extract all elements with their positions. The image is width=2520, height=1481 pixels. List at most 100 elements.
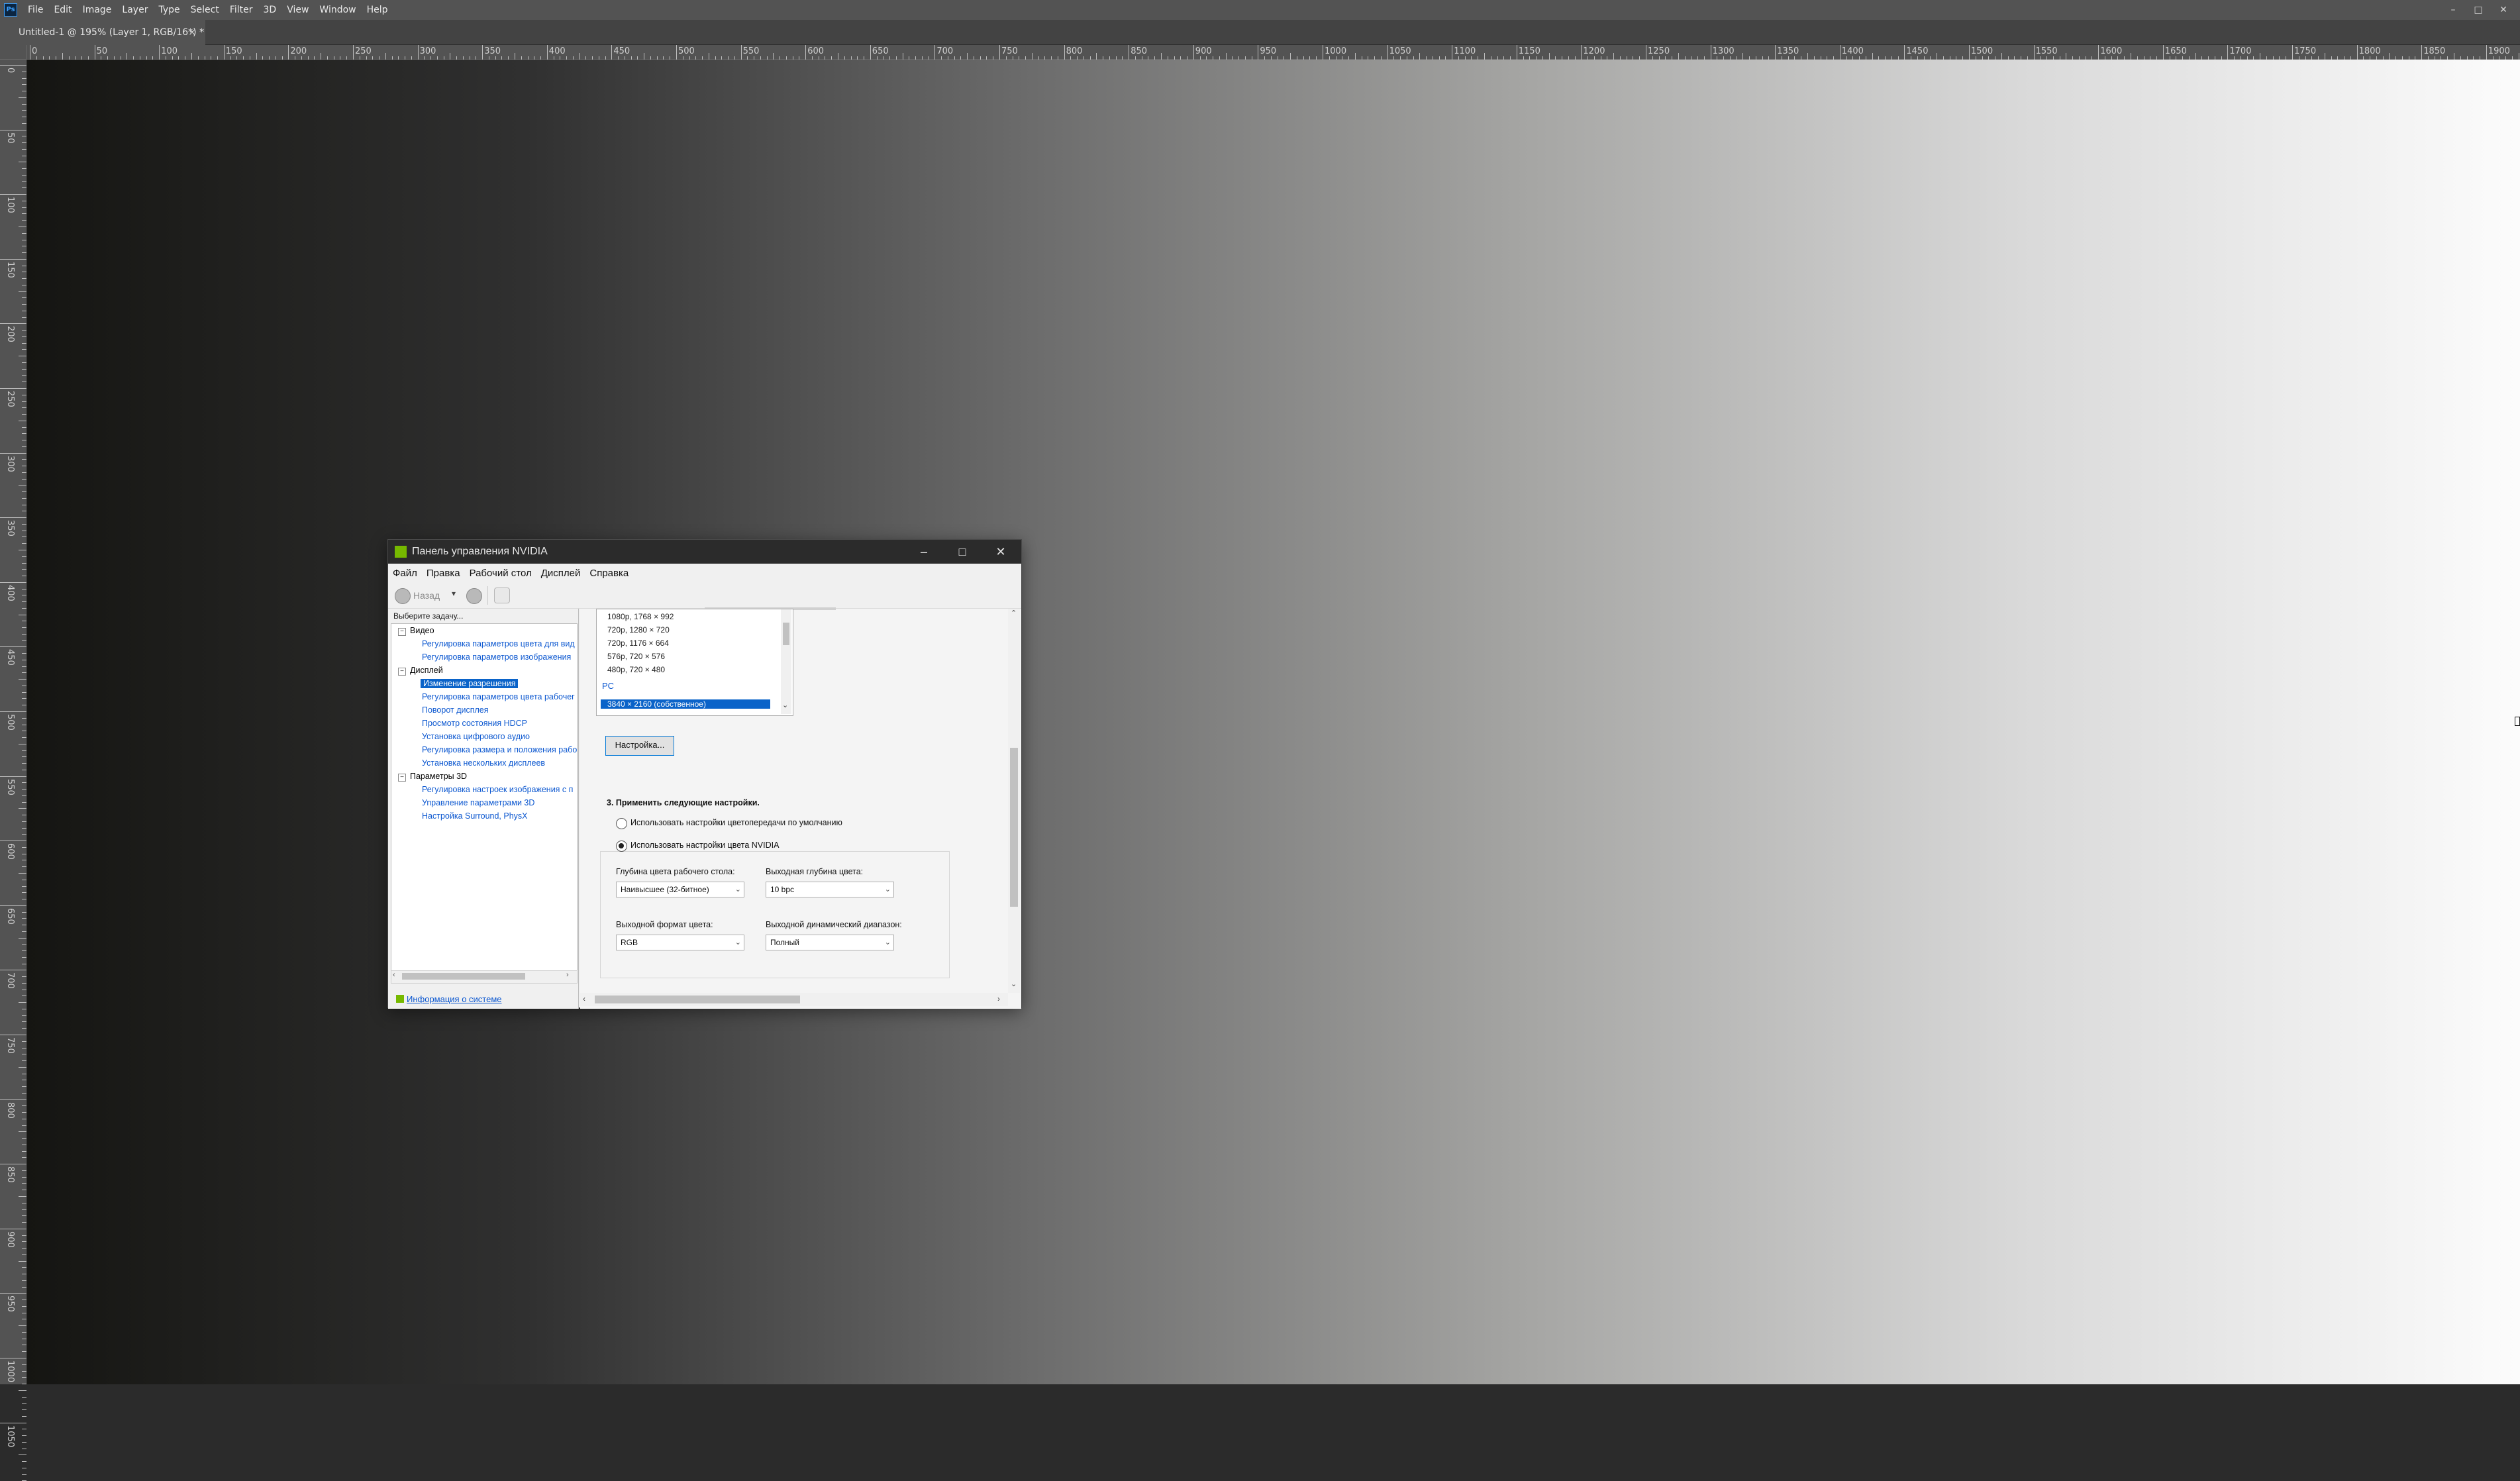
ruler-minor-tick <box>1354 53 1356 60</box>
chevron-down-icon: ⌄ <box>734 939 741 946</box>
output-format-select[interactable]: RGB ⌄ <box>616 935 744 950</box>
scrollbar-thumb[interactable] <box>783 623 789 645</box>
nvidia-maximize-icon[interactable]: □ <box>943 540 982 564</box>
chevron-down-icon: ⌄ <box>734 886 741 894</box>
resolution-list-scrollbar[interactable]: ⌄ <box>781 609 791 714</box>
radio-nvidia-color[interactable] <box>616 841 627 852</box>
ruler-minor-tick <box>22 1112 26 1113</box>
tree-link-selected[interactable]: Изменение разрешения <box>421 679 519 688</box>
menu-help[interactable]: Help <box>362 0 393 20</box>
collapse-icon[interactable]: − <box>398 774 406 782</box>
scrollbar-thumb[interactable] <box>1010 748 1018 907</box>
nvidia-control-panel-window: Панель управления NVIDIA – □ ✕ Файл Прав… <box>387 539 1022 1009</box>
minimize-icon[interactable]: – <box>2441 5 2466 15</box>
system-info-link[interactable]: Информация о системе <box>396 994 502 1004</box>
tree-link[interactable]: Регулировка настроек изображения с п <box>422 785 573 794</box>
menu-select[interactable]: Select <box>185 0 225 20</box>
ruler-minor-tick <box>19 679 26 680</box>
ruler-minor-tick <box>22 110 26 111</box>
ruler-minor-tick <box>22 846 26 848</box>
resolution-item[interactable]: 480p, 720 × 480 <box>607 665 665 674</box>
tree-horizontal-scrollbar[interactable]: ‹ › <box>391 970 578 984</box>
ruler-minor-tick <box>22 691 26 693</box>
document-tab[interactable]: Untitled-1 @ 195% (Layer 1, RGB/16*) * × <box>0 20 205 45</box>
tree-link[interactable]: Регулировка размера и положения рабо <box>422 745 577 754</box>
resolution-item-selected[interactable]: 3840 × 2160 (собственное) <box>601 699 770 709</box>
tree-category-display[interactable]: Дисплей <box>410 666 443 675</box>
scroll-right-icon[interactable]: › <box>997 994 1000 1003</box>
scroll-down-icon[interactable]: ⌄ <box>1011 980 1017 988</box>
tree-link[interactable]: Регулировка параметров цвета рабочег <box>422 692 575 701</box>
back-dropdown-icon[interactable]: ▾ <box>452 589 456 598</box>
ruler-tick <box>0 776 26 777</box>
radio-nvidia-color-label[interactable]: Использовать настройки цвета NVIDIA <box>630 841 782 850</box>
menu-edit[interactable]: Edit <box>48 0 77 20</box>
maximize-icon[interactable]: □ <box>2466 5 2491 15</box>
customize-button[interactable]: Настройка... <box>605 736 674 756</box>
scroll-right-icon[interactable]: › <box>566 971 569 979</box>
nv-menu-desktop[interactable]: Рабочий стол <box>465 568 536 579</box>
output-depth-select[interactable]: 10 bpc ⌄ <box>766 882 894 897</box>
tree-link[interactable]: Просмотр состояния HDCP <box>422 719 527 728</box>
nv-menu-display[interactable]: Дисплей <box>536 568 585 579</box>
nvidia-close-icon[interactable]: ✕ <box>982 540 1020 564</box>
task-pane: Выберите задачу... − Видео Регулировка п… <box>388 609 579 1009</box>
home-icon[interactable] <box>494 587 510 603</box>
menu-type[interactable]: Type <box>153 0 185 20</box>
tree-link[interactable]: Управление параметрами 3D <box>422 798 534 807</box>
tree-category-video[interactable]: Видео <box>410 626 434 635</box>
menu-filter[interactable]: Filter <box>225 0 258 20</box>
scroll-up-icon[interactable]: ⌃ <box>1011 609 1017 617</box>
content-vertical-scrollbar[interactable]: ⌃ ⌄ <box>1008 609 1020 993</box>
scrollbar-thumb[interactable] <box>402 973 525 980</box>
nv-menu-edit[interactable]: Правка <box>422 568 465 579</box>
tab-close-icon[interactable]: × <box>188 20 196 45</box>
content-horizontal-scrollbar[interactable]: ‹ › <box>580 993 1008 1006</box>
tree-link[interactable]: Установка цифрового аудио <box>422 732 530 741</box>
radio-default-color[interactable] <box>616 818 627 829</box>
ruler-minor-tick <box>22 717 26 719</box>
resolution-item[interactable]: 576p, 720 × 576 <box>607 652 665 661</box>
tree-link[interactable]: Настройка Surround, PhysX <box>422 811 528 821</box>
radio-default-color-label[interactable]: Использовать настройки цветопередачи по … <box>630 818 842 827</box>
ruler-minor-tick <box>22 1157 26 1158</box>
tree-link[interactable]: Установка нескольких дисплеев <box>422 758 545 768</box>
nv-menu-help[interactable]: Справка <box>585 568 633 579</box>
resolution-item[interactable]: 720p, 1176 × 664 <box>607 638 669 648</box>
ruler-minor-tick <box>22 1415 26 1417</box>
menu-layer[interactable]: Layer <box>117 0 153 20</box>
ruler-minor-tick <box>22 472 26 473</box>
ruler-minor-tick <box>22 982 26 984</box>
resolution-item[interactable]: 720p, 1280 × 720 <box>607 625 670 635</box>
scrollbar-thumb[interactable] <box>595 996 800 1003</box>
tree-link[interactable]: Поворот дисплея <box>422 705 489 715</box>
nvidia-minimize-icon[interactable]: – <box>905 540 943 564</box>
tree-category-3d[interactable]: Параметры 3D <box>410 772 467 781</box>
tree-link[interactable]: Регулировка параметров изображения <box>422 652 571 662</box>
menu-image[interactable]: Image <box>77 0 117 20</box>
resolution-list[interactable]: 1080p, 1768 × 992 720p, 1280 × 720 720p,… <box>596 609 793 716</box>
menu-view[interactable]: View <box>281 0 314 20</box>
forward-arrow-icon[interactable] <box>466 588 482 604</box>
ruler-minor-tick <box>22 789 26 790</box>
ruler-tick <box>288 45 289 60</box>
ruler-minor-tick <box>22 1474 26 1475</box>
tree-link[interactable]: Регулировка параметров цвета для вид <box>422 639 575 648</box>
menu-3d[interactable]: 3D <box>258 0 282 20</box>
menu-file[interactable]: File <box>23 0 48 20</box>
back-arrow-icon[interactable] <box>395 588 411 604</box>
collapse-icon[interactable]: − <box>398 668 406 676</box>
back-button-label[interactable]: Назад <box>413 590 440 601</box>
scroll-down-icon[interactable]: ⌄ <box>782 701 788 709</box>
scroll-left-icon[interactable]: ‹ <box>393 971 395 979</box>
menu-window[interactable]: Window <box>314 0 361 20</box>
ruler-label: 200 <box>290 46 307 56</box>
close-icon[interactable]: ✕ <box>2491 5 2516 15</box>
scroll-left-icon[interactable]: ‹ <box>583 994 585 1003</box>
desktop-depth-select[interactable]: Наивысшее (32-битное) ⌄ <box>616 882 744 897</box>
ruler-minor-tick <box>22 1150 26 1152</box>
resolution-item[interactable]: 1080p, 1768 × 992 <box>607 612 674 621</box>
nv-menu-file[interactable]: Файл <box>388 568 422 579</box>
collapse-icon[interactable]: − <box>398 628 406 636</box>
dynamic-range-select[interactable]: Полный ⌄ <box>766 935 894 950</box>
